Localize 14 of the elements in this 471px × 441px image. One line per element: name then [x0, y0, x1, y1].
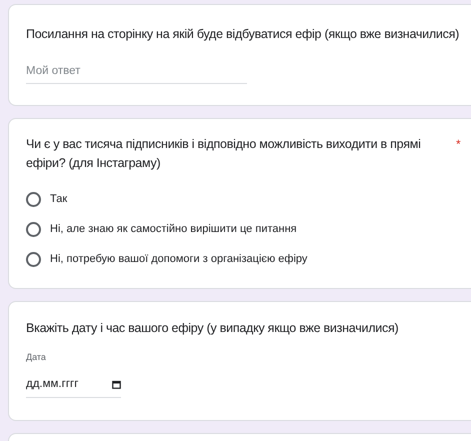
radio-button[interactable]	[26, 252, 41, 267]
question-title: Чи є у вас тисяча підписників і відповідно можливість виходити в прямі ефіри? (для Інстаграму)	[26, 136, 422, 172]
radio-button[interactable]	[26, 192, 41, 207]
option-label: Так	[50, 192, 68, 207]
date-field[interactable]: дд.мм.гггг	[26, 376, 121, 398]
question-title: Посилання на сторінку на якій буде відбуватися ефір (якщо вже визначилися)	[26, 26, 460, 43]
option-label: Ні, потребую вашої допомоги з організацією ефіру	[50, 252, 308, 267]
calendar-icon[interactable]	[112, 380, 121, 389]
question-title: Вкажіть дату і час вашого ефіру (у випадку якщо вже визначилися)	[26, 320, 400, 338]
answer-field[interactable]: Мой ответ	[26, 63, 247, 84]
field-label: Дата	[26, 351, 47, 364]
required-asterisk: *	[456, 136, 461, 154]
option-label: Ні, але знаю як самостійно вирішити це питання	[50, 222, 297, 237]
radio-button[interactable]	[26, 222, 41, 237]
